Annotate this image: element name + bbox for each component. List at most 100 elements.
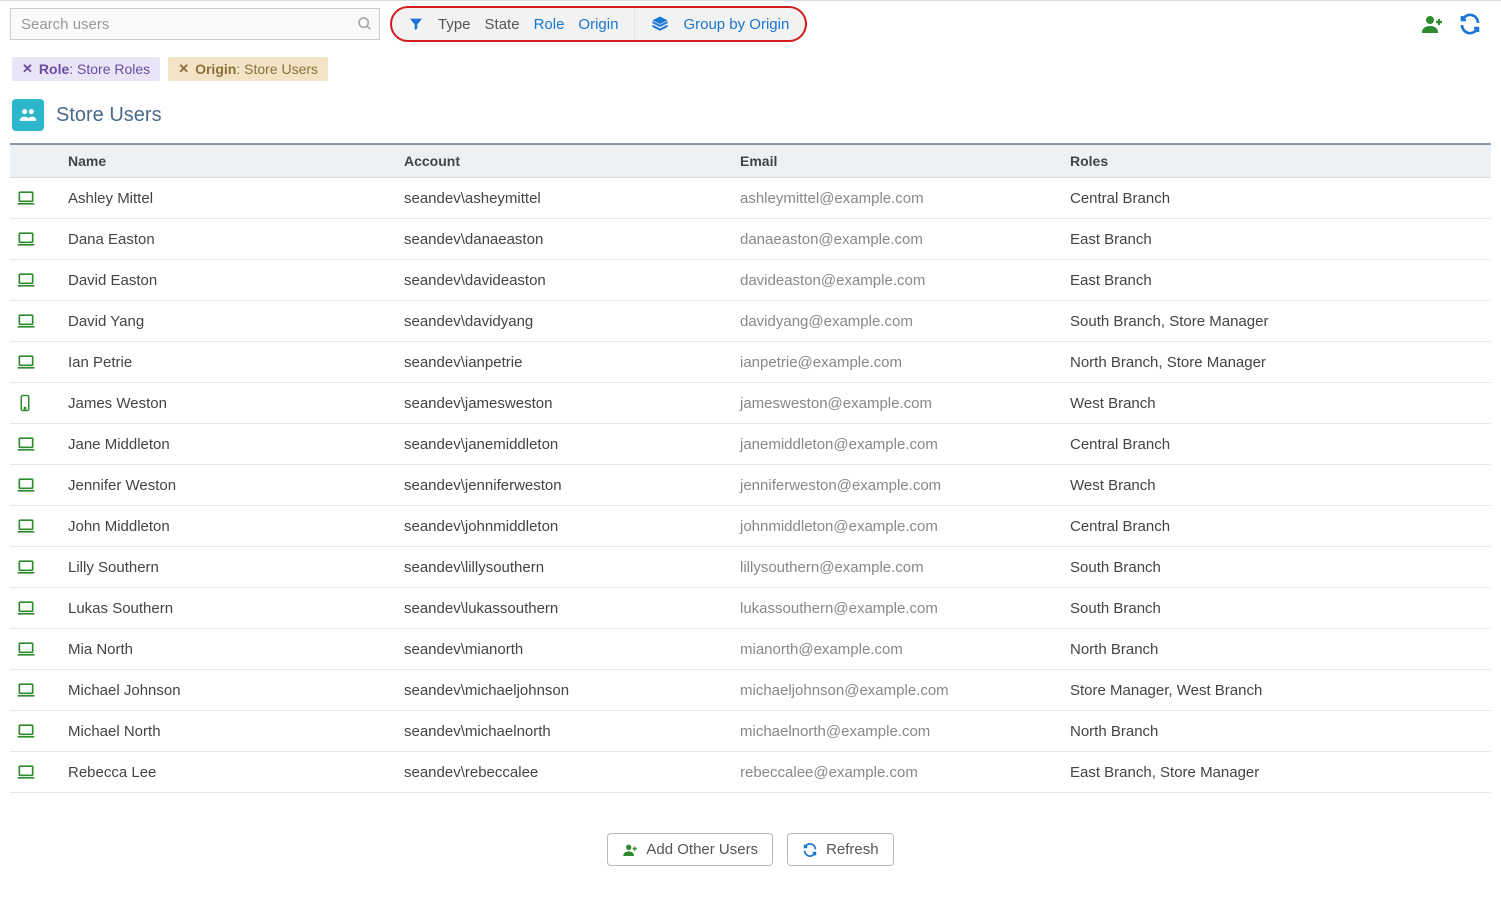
user-roles-cell: Central Branch [1064,424,1491,465]
user-email-cell[interactable]: ashleymittel@example.com [734,178,1064,219]
laptop-icon [10,588,62,629]
col-icon-header [10,144,62,178]
group-by-origin[interactable]: Group by Origin [683,16,789,33]
user-name-cell: Rebecca Lee [62,752,398,793]
filter-state[interactable]: State [485,16,520,33]
refresh-button[interactable] [1457,11,1483,37]
laptop-icon [10,547,62,588]
add-user-icon [622,842,638,858]
user-name-cell: Jennifer Weston [62,465,398,506]
filter-bar: Type State Role Origin Group by Origin [390,6,807,42]
close-icon[interactable]: ✕ [22,61,33,77]
filter-role[interactable]: Role [534,16,565,33]
add-other-users-button[interactable]: Add Other Users [607,833,773,866]
col-roles-header[interactable]: Roles [1064,144,1491,178]
table-row[interactable]: John Middletonseandev\johnmiddletonjohnm… [10,506,1491,547]
chip-role-value: Store Roles [77,61,150,77]
laptop-icon [10,219,62,260]
table-row[interactable]: Lilly Southernseandev\lillysouthernlilly… [10,547,1491,588]
filter-segment-group: Group by Origin [634,8,805,40]
user-email-cell[interactable]: michaelnorth@example.com [734,711,1064,752]
user-email-cell[interactable]: davideaston@example.com [734,260,1064,301]
refresh-label: Refresh [826,841,879,858]
user-name-cell: David Yang [62,301,398,342]
user-roles-cell: West Branch [1064,465,1491,506]
user-roles-cell: Central Branch [1064,506,1491,547]
user-account-cell: seandev\michaeljohnson [398,670,734,711]
add-other-users-label: Add Other Users [646,841,758,858]
table-row[interactable]: Rebecca Leeseandev\rebeccaleerebeccalee@… [10,752,1491,793]
users-table: Name Account Email Roles Ashley Mittelse… [10,143,1491,793]
search-input[interactable] [11,10,351,39]
laptop-icon [10,752,62,793]
filter-segment-filters: Type State Role Origin [392,8,634,40]
user-account-cell: seandev\davideaston [398,260,734,301]
laptop-icon [10,711,62,752]
user-name-cell: Ashley Mittel [62,178,398,219]
top-actions [1419,11,1491,37]
table-row[interactable]: David Yangseandev\davidyangdavidyang@exa… [10,301,1491,342]
laptop-icon [10,465,62,506]
section-title: Store Users [56,104,162,127]
active-filter-chips: ✕ Role: Store Roles ✕ Origin: Store User… [0,47,1501,85]
user-email-cell[interactable]: lukassouthern@example.com [734,588,1064,629]
table-row[interactable]: Jennifer Westonseandev\jenniferwestonjen… [10,465,1491,506]
user-email-cell[interactable]: davidyang@example.com [734,301,1064,342]
user-account-cell: seandev\lukassouthern [398,588,734,629]
user-account-cell: seandev\mianorth [398,629,734,670]
user-email-cell[interactable]: jenniferweston@example.com [734,465,1064,506]
col-account-header[interactable]: Account [398,144,734,178]
user-name-cell: David Easton [62,260,398,301]
table-row[interactable]: Lukas Southernseandev\lukassouthernlukas… [10,588,1491,629]
footer-actions: Add Other Users Refresh [0,793,1501,884]
user-roles-cell: Store Manager, West Branch [1064,670,1491,711]
col-email-header[interactable]: Email [734,144,1064,178]
top-bar: Type State Role Origin Group by Origin [0,0,1501,47]
add-user-button[interactable] [1419,11,1445,37]
table-row[interactable]: Michael Johnsonseandev\michaeljohnsonmic… [10,670,1491,711]
user-roles-cell: South Branch [1064,588,1491,629]
table-row[interactable]: Dana Eastonseandev\danaeastondanaeaston@… [10,219,1491,260]
table-row[interactable]: James Westonseandev\jameswestonjameswest… [10,383,1491,424]
user-email-cell[interactable]: michaeljohnson@example.com [734,670,1064,711]
user-email-cell[interactable]: danaeaston@example.com [734,219,1064,260]
user-email-cell[interactable]: lillysouthern@example.com [734,547,1064,588]
user-email-cell[interactable]: johnmiddleton@example.com [734,506,1064,547]
refresh-footer-button[interactable]: Refresh [787,833,894,866]
chip-origin[interactable]: ✕ Origin: Store Users [168,57,328,81]
close-icon[interactable]: ✕ [178,61,189,77]
refresh-icon [802,842,818,858]
user-email-cell[interactable]: ianpetrie@example.com [734,342,1064,383]
user-email-cell[interactable]: jamesweston@example.com [734,383,1064,424]
laptop-icon [10,506,62,547]
user-email-cell[interactable]: rebeccalee@example.com [734,752,1064,793]
users-group-icon [12,99,44,131]
table-row[interactable]: Jane Middletonseandev\janemiddletonjanem… [10,424,1491,465]
chip-role[interactable]: ✕ Role: Store Roles [12,57,160,81]
table-row[interactable]: Mia Northseandev\mianorthmianorth@exampl… [10,629,1491,670]
user-name-cell: Jane Middleton [62,424,398,465]
user-email-cell[interactable]: mianorth@example.com [734,629,1064,670]
table-row[interactable]: Michael Northseandev\michaelnorthmichael… [10,711,1491,752]
search-icon[interactable] [351,9,379,39]
user-roles-cell: East Branch [1064,260,1491,301]
user-name-cell: James Weston [62,383,398,424]
table-row[interactable]: David Eastonseandev\davideastondavideast… [10,260,1491,301]
user-roles-cell: Central Branch [1064,178,1491,219]
laptop-icon [10,342,62,383]
user-email-cell[interactable]: janemiddleton@example.com [734,424,1064,465]
user-account-cell: seandev\davidyang [398,301,734,342]
mobile-icon [10,383,62,424]
chip-role-label: Role [39,61,69,77]
user-roles-cell: North Branch [1064,629,1491,670]
user-account-cell: seandev\lillysouthern [398,547,734,588]
filter-origin[interactable]: Origin [578,16,618,33]
col-name-header[interactable]: Name [62,144,398,178]
chip-origin-value: Store Users [244,61,318,77]
user-account-cell: seandev\rebeccalee [398,752,734,793]
table-row[interactable]: Ashley Mittelseandev\asheymittelashleymi… [10,178,1491,219]
user-account-cell: seandev\ianpetrie [398,342,734,383]
filter-type[interactable]: Type [438,16,471,33]
laptop-icon [10,629,62,670]
table-row[interactable]: Ian Petrieseandev\ianpetrieianpetrie@exa… [10,342,1491,383]
